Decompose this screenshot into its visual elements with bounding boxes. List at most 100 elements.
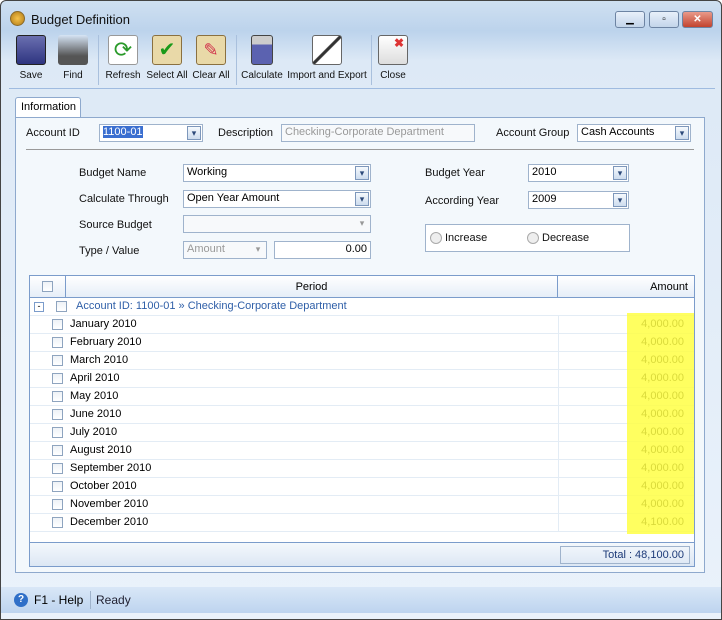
row-checkbox[interactable] xyxy=(52,463,63,474)
account-id-label: Account ID xyxy=(26,127,80,139)
increase-decrease-group: Increase Decrease xyxy=(425,224,630,252)
chevron-down-icon[interactable]: ▾ xyxy=(355,217,369,231)
budget-name-combo[interactable]: Working ▾ xyxy=(183,164,371,182)
chevron-down-icon[interactable]: ▾ xyxy=(613,193,627,207)
period-cell: March 2010 xyxy=(70,354,129,366)
value-field[interactable]: 0.00 xyxy=(274,241,371,259)
group-label: Account ID: 1100-01 » Checking-Corporate… xyxy=(76,300,347,312)
type-value-label: Type / Value xyxy=(79,245,140,257)
table-row[interactable]: January 2010 4,000.00 xyxy=(30,316,694,334)
according-year-label: According Year xyxy=(425,195,499,207)
table-row[interactable]: March 2010 4,000.00 xyxy=(30,352,694,370)
table-row[interactable]: December 2010 4,100.00 xyxy=(30,514,694,532)
table-row[interactable]: July 2010 4,000.00 xyxy=(30,424,694,442)
period-cell: May 2010 xyxy=(70,390,119,402)
column-header-amount[interactable]: Amount xyxy=(558,276,694,298)
maximize-button[interactable]: ▫ xyxy=(649,11,679,28)
account-group-label: Account Group xyxy=(496,127,570,139)
chevron-down-icon[interactable]: ▾ xyxy=(355,192,369,206)
calculate-through-label: Calculate Through xyxy=(79,193,169,205)
period-cell: August 2010 xyxy=(70,444,132,456)
status-text: Ready xyxy=(96,593,131,607)
description-field[interactable]: Checking-Corporate Department xyxy=(281,124,475,142)
account-group-combo[interactable]: Cash Accounts ▾ xyxy=(577,124,691,142)
row-checkbox[interactable] xyxy=(52,517,63,528)
increase-label: Increase xyxy=(445,232,488,244)
budget-name-label: Budget Name xyxy=(79,167,147,179)
table-row[interactable]: April 2010 4,000.00 xyxy=(30,370,694,388)
table-row[interactable]: August 2010 4,000.00 xyxy=(30,442,694,460)
minimize-button[interactable]: ▁ xyxy=(615,11,645,28)
clipboard-eraser-icon: ✎ xyxy=(196,35,226,65)
row-checkbox[interactable] xyxy=(52,499,63,510)
row-checkbox[interactable] xyxy=(52,427,63,438)
close-button[interactable]: ✖ Close xyxy=(375,33,411,81)
account-id-combo[interactable]: 1100-01 ▾ xyxy=(99,124,203,142)
group-row: - Account ID: 1100-01 » Checking-Corpora… xyxy=(30,298,694,316)
table-row[interactable]: May 2010 4,000.00 xyxy=(30,388,694,406)
collapse-icon[interactable]: - xyxy=(34,302,44,312)
table-row[interactable]: June 2010 4,000.00 xyxy=(30,406,694,424)
source-budget-combo[interactable]: ▾ xyxy=(183,215,371,233)
find-button[interactable]: Find xyxy=(55,33,91,81)
close-window-icon: ✖ xyxy=(378,35,408,65)
period-cell: November 2010 xyxy=(70,498,149,510)
period-cell: October 2010 xyxy=(70,480,137,492)
chevron-down-icon[interactable]: ▾ xyxy=(613,166,627,180)
budget-year-label: Budget Year xyxy=(425,167,485,179)
row-checkbox[interactable] xyxy=(52,319,63,330)
row-checkbox[interactable] xyxy=(52,355,63,366)
table-row[interactable]: September 2010 4,000.00 xyxy=(30,460,694,478)
chevron-down-icon[interactable]: ▾ xyxy=(251,243,265,257)
save-button[interactable]: Save xyxy=(13,33,49,81)
description-label: Description xyxy=(218,127,274,139)
chevron-down-icon[interactable]: ▾ xyxy=(675,126,689,140)
row-checkbox[interactable] xyxy=(52,337,63,348)
column-header-period[interactable]: Period xyxy=(66,276,558,298)
wand-icon xyxy=(312,35,342,65)
chevron-down-icon[interactable]: ▾ xyxy=(187,126,201,140)
divider xyxy=(26,149,694,150)
row-checkbox[interactable] xyxy=(52,481,63,492)
budget-grid: Period Amount - Account ID: 1100-01 » Ch… xyxy=(29,275,695,567)
budget-year-combo[interactable]: 2010 ▾ xyxy=(528,164,629,182)
row-checkbox[interactable] xyxy=(52,391,63,402)
type-combo[interactable]: Amount ▾ xyxy=(183,241,267,259)
decrease-radio[interactable] xyxy=(527,232,539,244)
row-checkbox[interactable] xyxy=(52,409,63,420)
row-checkbox[interactable] xyxy=(52,445,63,456)
table-row[interactable]: November 2010 4,000.00 xyxy=(30,496,694,514)
calculate-button[interactable]: Calculate xyxy=(240,33,284,81)
table-row[interactable]: February 2010 4,000.00 xyxy=(30,334,694,352)
period-cell: February 2010 xyxy=(70,336,142,348)
refresh-icon: ⟳ xyxy=(108,35,138,65)
increase-radio[interactable] xyxy=(430,232,442,244)
clipboard-check-icon: ✔ xyxy=(152,35,182,65)
help-label[interactable]: F1 - Help xyxy=(34,593,83,607)
clear-all-button[interactable]: ✎ Clear All xyxy=(191,33,231,81)
select-all-checkbox[interactable] xyxy=(42,281,53,292)
group-checkbox[interactable] xyxy=(56,301,67,312)
calculate-through-combo[interactable]: Open Year Amount ▾ xyxy=(183,190,371,208)
period-cell: April 2010 xyxy=(70,372,120,384)
source-budget-label: Source Budget xyxy=(79,219,152,231)
period-cell: December 2010 xyxy=(70,516,149,528)
budget-definition-window: Budget Definition ▁ ▫ ✕ Save Find ⟳ Refre… xyxy=(0,0,722,620)
chevron-down-icon[interactable]: ▾ xyxy=(355,166,369,180)
row-checkbox[interactable] xyxy=(52,373,63,384)
tab-information[interactable]: Information xyxy=(15,97,81,118)
according-year-combo[interactable]: 2009 ▾ xyxy=(528,191,629,209)
refresh-button[interactable]: ⟳ Refresh xyxy=(103,33,143,81)
binoculars-icon xyxy=(58,35,88,65)
table-row[interactable]: October 2010 4,000.00 xyxy=(30,478,694,496)
window-title: Budget Definition xyxy=(31,12,131,27)
help-icon[interactable]: ? xyxy=(14,593,28,607)
decrease-label: Decrease xyxy=(542,232,590,244)
period-cell: January 2010 xyxy=(70,318,137,330)
calculator-icon xyxy=(251,35,273,65)
import-export-button[interactable]: Import and Export xyxy=(287,33,367,81)
total-label: Total : 48,100.00 xyxy=(560,546,690,564)
amount-highlight xyxy=(627,313,694,534)
close-window-button[interactable]: ✕ xyxy=(682,11,713,28)
select-all-button[interactable]: ✔ Select All xyxy=(146,33,188,81)
